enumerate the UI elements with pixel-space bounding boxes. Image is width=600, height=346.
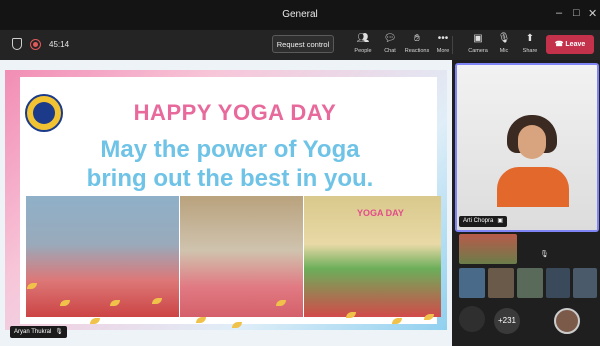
- toolbar-divider: [452, 36, 453, 54]
- people-icon: 👥︎: [356, 33, 370, 44]
- more-label: More: [436, 48, 450, 54]
- participant-video-tile[interactable]: [517, 268, 543, 298]
- more-button[interactable]: ••• More: [428, 33, 458, 54]
- chat-icon: 💬︎: [383, 33, 397, 44]
- share-icon: ⬆: [525, 33, 535, 44]
- chat-label: Chat: [384, 48, 396, 54]
- yoga-day-banner: YOGA DAY: [357, 208, 404, 218]
- mic-off-icon: 🎙︎: [540, 251, 549, 258]
- meeting-toolbar: 45:14 Request control 👥︎ People 💬︎ Chat …: [0, 30, 600, 60]
- yoga-day-slide: HAPPY YOGA DAY May the power of Yoga bri…: [5, 70, 447, 330]
- request-control-button[interactable]: Request control: [272, 35, 334, 53]
- participant-face: [518, 125, 546, 159]
- participant-video-tile[interactable]: [459, 268, 485, 298]
- share-label: Share: [522, 48, 538, 54]
- slide-message-line2: bring out the best in you.: [86, 165, 374, 192]
- participant-body: [497, 167, 569, 207]
- participant-panel: Arti Chopra ▣: [452, 60, 600, 346]
- more-participants-button[interactable]: +231: [494, 308, 520, 334]
- leave-label: Leave: [565, 41, 586, 48]
- presenter-nameplate: Aryan Thukral 🎙︎: [10, 326, 67, 338]
- presenter-name: Aryan Thukral: [14, 329, 52, 335]
- chat-button[interactable]: 💬︎ Chat: [375, 33, 405, 54]
- participant-nameplate: Arti Chopra ▣: [459, 216, 508, 227]
- people-button[interactable]: 👥︎ People: [348, 33, 378, 54]
- participant-video-tile[interactable]: [488, 268, 514, 298]
- slide-message-line1: May the power of Yoga: [100, 136, 360, 163]
- screen-share-icon: ▣: [497, 218, 504, 224]
- shared-screen: HAPPY YOGA DAY May the power of Yoga bri…: [0, 60, 452, 346]
- yoga-photo-2: [180, 196, 303, 317]
- participant-video-tile[interactable]: [573, 268, 597, 298]
- school-logo: [25, 94, 63, 132]
- title-bar: General – □ ✕: [0, 0, 600, 30]
- participant-video-tile[interactable]: [546, 268, 570, 298]
- phone-icon: ☎: [554, 41, 566, 48]
- featured-video-tile[interactable]: Arti Chopra ▣: [455, 63, 599, 232]
- share-button[interactable]: ⬆ Share: [515, 33, 545, 54]
- participant-video-tile[interactable]: [459, 234, 517, 264]
- recording-icon: [30, 38, 41, 50]
- minimize-icon[interactable]: –: [556, 7, 562, 19]
- meeting-timer: 45:14: [49, 39, 70, 49]
- participant-avatar[interactable]: [554, 308, 580, 334]
- slide-message: May the power of Yoga bring out the best…: [50, 135, 410, 193]
- window-title: General: [282, 9, 318, 20]
- shield-icon[interactable]: [12, 38, 22, 50]
- leave-button[interactable]: ☎ Leave: [546, 35, 594, 54]
- mic-off-icon: 🎙︎: [55, 329, 63, 335]
- slide-headline: HAPPY YOGA DAY: [133, 100, 337, 125]
- maximize-icon[interactable]: □: [573, 7, 580, 19]
- people-label: People: [354, 48, 372, 54]
- participant-name: Arti Chopra: [463, 218, 494, 224]
- more-icon: •••: [437, 33, 449, 44]
- participant-avatar[interactable]: [459, 306, 485, 332]
- close-icon[interactable]: ✕: [588, 7, 597, 20]
